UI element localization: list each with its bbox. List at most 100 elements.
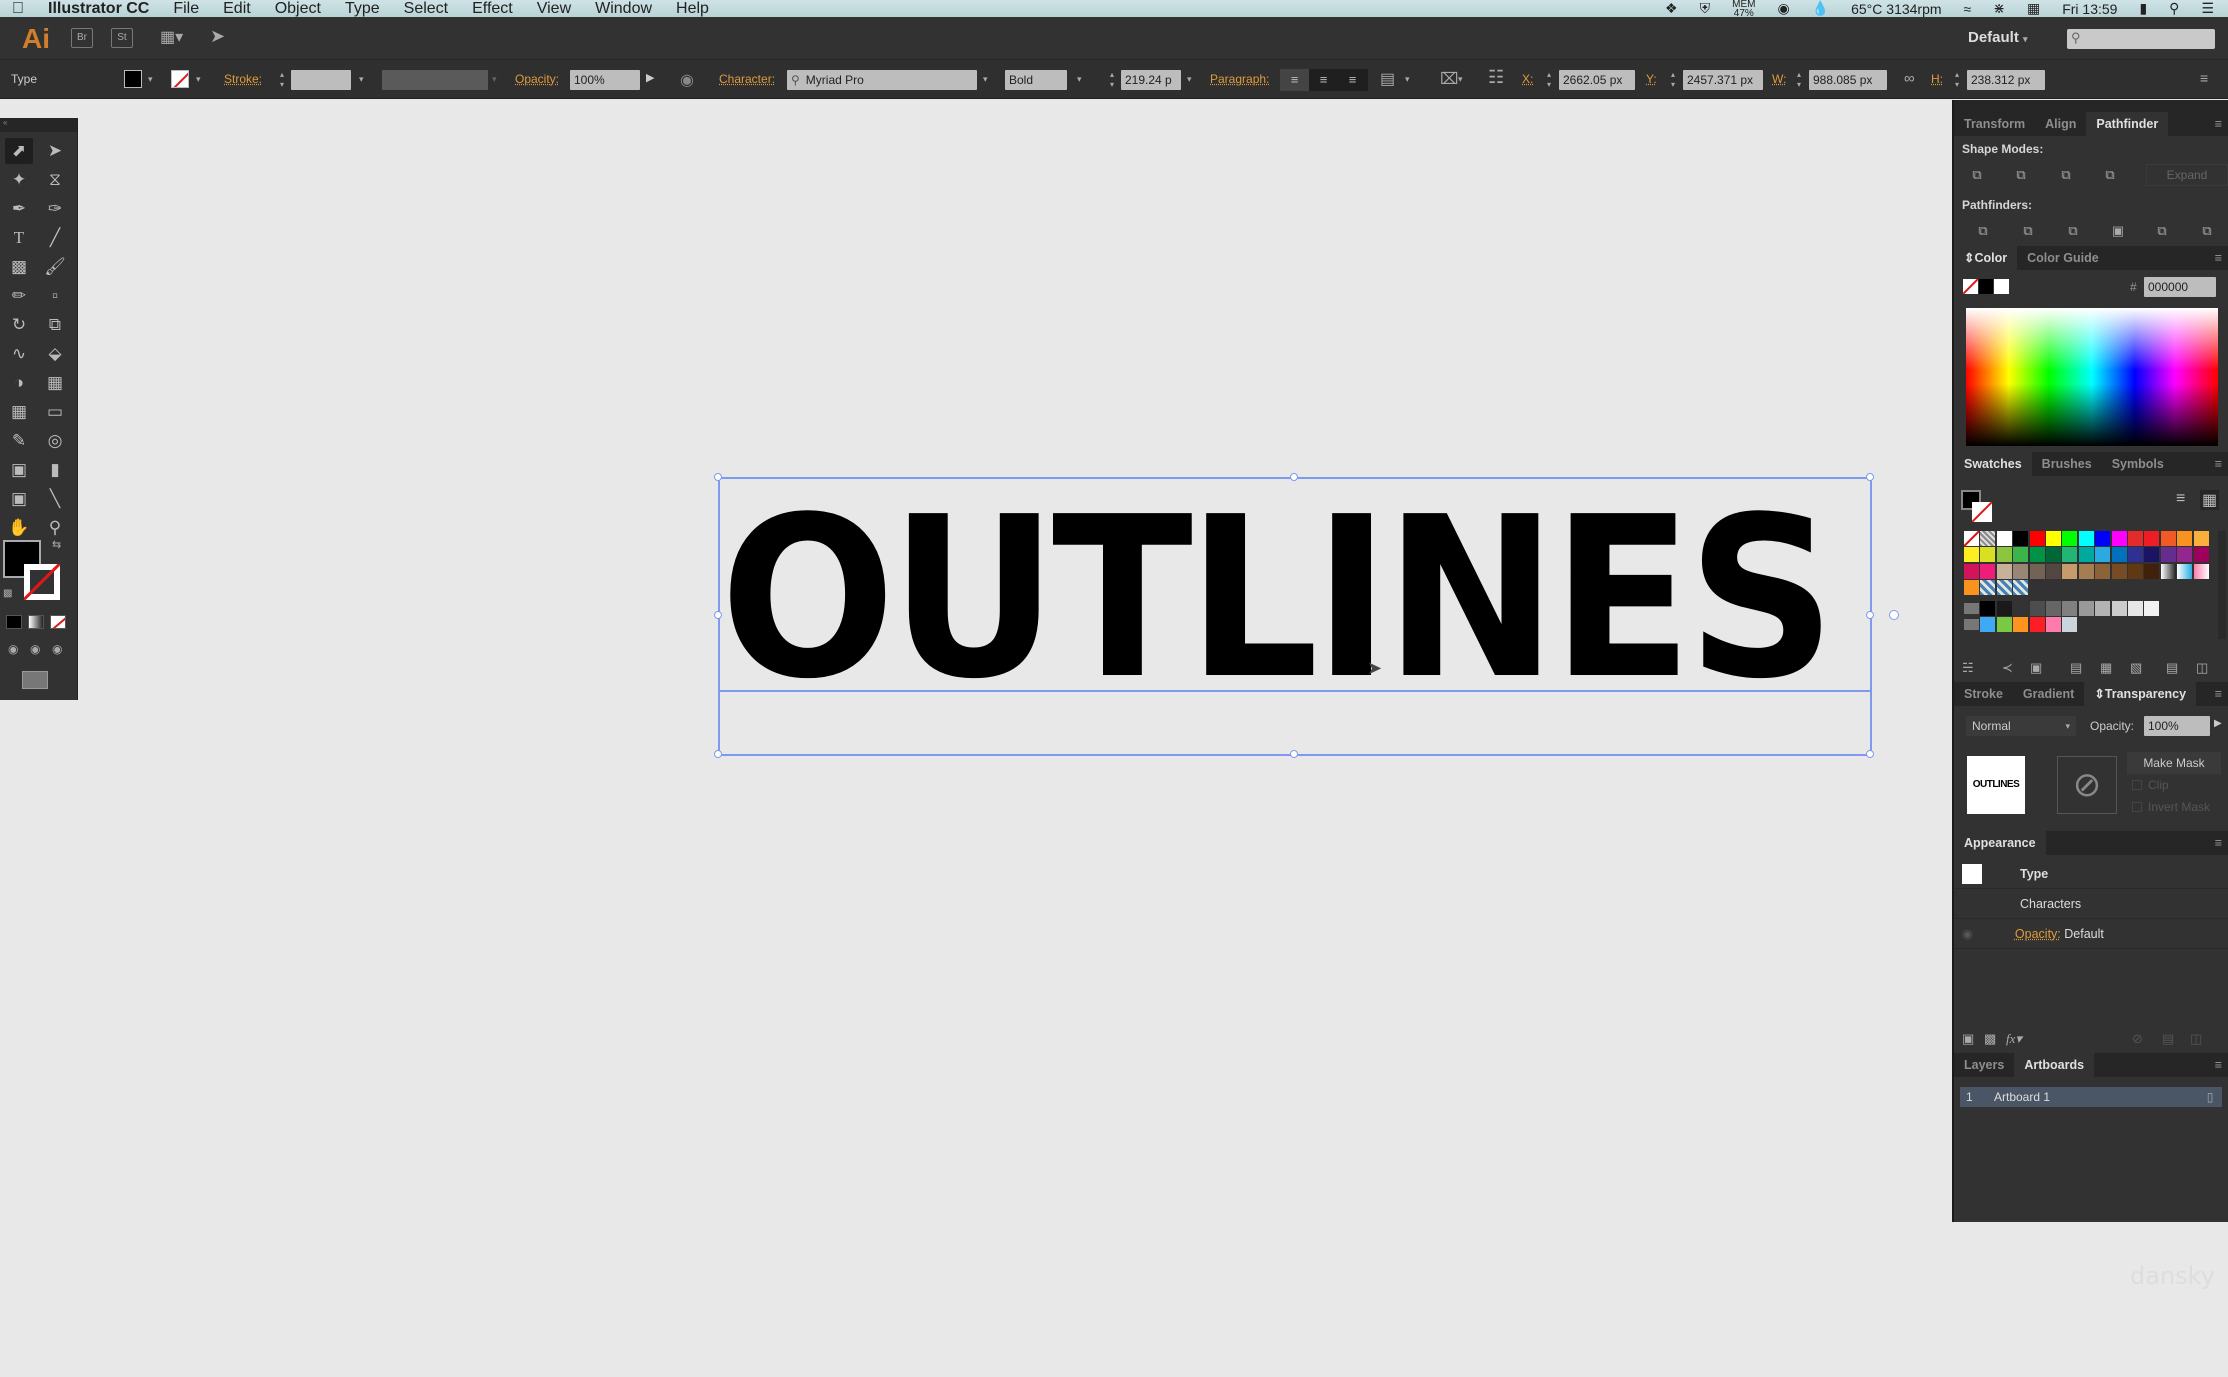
resize-handle-top[interactable] bbox=[1290, 473, 1298, 481]
y-position-field[interactable]: 2457.371 px bbox=[1683, 70, 1763, 90]
transform-icon[interactable]: ⌧ bbox=[1440, 69, 1458, 89]
mesh-tool-icon[interactable]: ▦ bbox=[5, 399, 33, 425]
opacity-label[interactable]: Opacity: bbox=[515, 72, 559, 86]
swatch[interactable] bbox=[2029, 600, 2045, 616]
duplicate-item-icon[interactable]: ▤ bbox=[2162, 1031, 2174, 1047]
appearance-row-characters[interactable]: Characters bbox=[1954, 889, 2228, 919]
tab-pathfinder[interactable]: Pathfinder bbox=[2086, 112, 2169, 136]
line-segment-tool-icon[interactable]: ╱ bbox=[41, 225, 69, 251]
align-center-icon[interactable]: ≡ bbox=[1309, 69, 1338, 91]
scale-tool-icon[interactable]: ⧉ bbox=[41, 312, 69, 338]
menu-file[interactable]: File bbox=[161, 0, 211, 17]
shape-alignment-dropdown-icon[interactable]: ▾ bbox=[1405, 74, 1410, 85]
swatch[interactable] bbox=[2046, 531, 2061, 546]
swatch[interactable] bbox=[2177, 531, 2193, 546]
panel-menu-icon[interactable]: ≡ bbox=[2215, 831, 2228, 855]
opacity-field[interactable]: 100% bbox=[570, 70, 640, 90]
curvature-tool-icon[interactable]: ✑ bbox=[41, 196, 69, 222]
list-view-icon[interactable]: ≡ bbox=[2176, 490, 2185, 508]
canvas-text-object[interactable]: OUTLINES bbox=[720, 488, 1836, 710]
swatch[interactable] bbox=[2144, 547, 2160, 563]
draw-normal-icon[interactable]: ◉ bbox=[8, 642, 18, 656]
panel-menu-icon[interactable]: ≡ bbox=[2215, 246, 2228, 270]
visibility-eye-icon[interactable]: ◉ bbox=[1962, 926, 1973, 941]
stock-button[interactable]: St bbox=[111, 28, 133, 48]
h-label[interactable]: H: bbox=[1931, 72, 1943, 86]
stroke-weight-dropdown-icon[interactable]: ▾ bbox=[359, 74, 364, 85]
swatch[interactable] bbox=[2144, 531, 2160, 546]
folder-icon[interactable]: ▧ bbox=[2130, 660, 2142, 676]
opacity-slider-icon[interactable]: ▶ bbox=[2214, 718, 2222, 729]
magic-wand-tool-icon[interactable]: ✦ bbox=[5, 167, 33, 193]
color-mode-button[interactable] bbox=[6, 615, 22, 629]
resize-handle-top-left[interactable] bbox=[714, 473, 722, 481]
profile-dropdown-icon[interactable]: ▾ bbox=[492, 74, 497, 85]
paintbrush-tool-icon[interactable]: 🖌 bbox=[41, 254, 69, 280]
recolor-artwork-icon[interactable]: ◉ bbox=[680, 70, 694, 90]
y-label[interactable]: Y: bbox=[1646, 72, 1657, 86]
control-bar-menu-icon[interactable]: ≡ bbox=[2200, 70, 2208, 86]
gradient-tool-icon[interactable]: ▭ bbox=[41, 399, 69, 425]
thumbnail-view-icon[interactable]: ▦ bbox=[2200, 490, 2220, 510]
tab-gradient[interactable]: Gradient bbox=[2013, 682, 2084, 706]
tab-transparency[interactable]: ⇕Transparency bbox=[2084, 682, 2197, 706]
artboard-options-icon[interactable]: ▯ bbox=[2198, 1090, 2222, 1104]
swatch[interactable] bbox=[2046, 563, 2061, 579]
swatch[interactable] bbox=[2029, 547, 2045, 563]
hex-color-field[interactable]: 000000 bbox=[2144, 277, 2216, 297]
color-group-folder-icon[interactable] bbox=[1964, 619, 1979, 630]
panel-menu-icon[interactable]: ≡ bbox=[2215, 1053, 2228, 1077]
h-spinner[interactable]: ▴ ▾ bbox=[1953, 70, 1961, 90]
perspective-grid-tool-icon[interactable]: ▦ bbox=[41, 370, 69, 396]
stroke-weight-field[interactable] bbox=[291, 70, 351, 90]
align-left-icon[interactable]: ≡ bbox=[1280, 69, 1309, 91]
swatch[interactable] bbox=[1996, 600, 2012, 616]
swatch[interactable] bbox=[2062, 600, 2078, 616]
swatch[interactable] bbox=[2193, 563, 2209, 579]
menu-view[interactable]: View bbox=[525, 0, 583, 17]
draw-behind-icon[interactable]: ◉ bbox=[30, 642, 40, 656]
swatch[interactable] bbox=[2095, 600, 2111, 616]
menu-object[interactable]: Object bbox=[263, 0, 333, 17]
swatch[interactable] bbox=[1980, 547, 1996, 563]
resize-handle-bottom-right[interactable] bbox=[1866, 750, 1874, 758]
artboard-tool-icon[interactable]: ▣ bbox=[5, 486, 33, 512]
swatch[interactable] bbox=[2029, 617, 2045, 632]
resize-handle-right[interactable] bbox=[1866, 611, 1874, 619]
menu-help[interactable]: Help bbox=[664, 0, 721, 17]
column-graph-tool-icon[interactable]: ▮ bbox=[41, 457, 69, 483]
change-screen-mode-button[interactable] bbox=[22, 671, 48, 689]
panel-menu-icon[interactable]: ≡ bbox=[2215, 682, 2228, 706]
spotlight-search-icon[interactable]: ⚲ bbox=[2169, 0, 2179, 17]
fill-dropdown-icon[interactable]: ▾ bbox=[148, 74, 153, 85]
none-color-button[interactable] bbox=[1963, 279, 1978, 294]
swatch[interactable] bbox=[2193, 531, 2209, 546]
blend-mode-dropdown[interactable]: Normal ▾ bbox=[1966, 716, 2076, 736]
menu-edit[interactable]: Edit bbox=[211, 0, 263, 17]
swatches-scrollbar[interactable] bbox=[2218, 531, 2226, 639]
tab-symbols[interactable]: Symbols bbox=[2102, 452, 2174, 476]
reference-point-icon[interactable]: ☷ bbox=[1488, 67, 1504, 88]
draw-inside-icon[interactable]: ◉ bbox=[52, 642, 62, 656]
minus-back-icon[interactable]: ⧉ bbox=[2198, 222, 2216, 240]
character-label[interactable]: Character: bbox=[719, 72, 775, 86]
constrain-proportions-icon[interactable]: ∞ bbox=[1904, 70, 1915, 87]
swatch-stroke-indicator[interactable] bbox=[1972, 502, 1992, 522]
trash-icon[interactable]: ◫ bbox=[2196, 660, 2208, 676]
outline-icon[interactable]: ⧉ bbox=[2153, 222, 2171, 240]
swatch[interactable] bbox=[2177, 563, 2193, 579]
swatch[interactable] bbox=[2062, 531, 2078, 546]
minus-front-icon[interactable]: ⧉ bbox=[2012, 166, 2030, 184]
x-position-field[interactable]: 2662.05 px bbox=[1559, 70, 1635, 90]
swatch[interactable] bbox=[2062, 547, 2078, 563]
swatch[interactable] bbox=[2111, 600, 2127, 616]
add-new-stroke-icon[interactable]: ▣ bbox=[1962, 1031, 1974, 1047]
tab-appearance[interactable]: Appearance bbox=[1954, 831, 2046, 855]
rectangle-tool-icon[interactable]: ▩ bbox=[5, 254, 33, 280]
arrange-documents-icon[interactable]: ▦▾ bbox=[160, 27, 183, 47]
shape-alignment-icon[interactable]: ▤ bbox=[1380, 69, 1395, 89]
swatch[interactable] bbox=[2177, 547, 2193, 563]
x-label[interactable]: X: bbox=[1522, 72, 1533, 86]
memory-indicator[interactable]: MEM 47% bbox=[1732, 0, 1755, 18]
mask-placeholder-icon[interactable]: ⊘ bbox=[2057, 756, 2117, 814]
